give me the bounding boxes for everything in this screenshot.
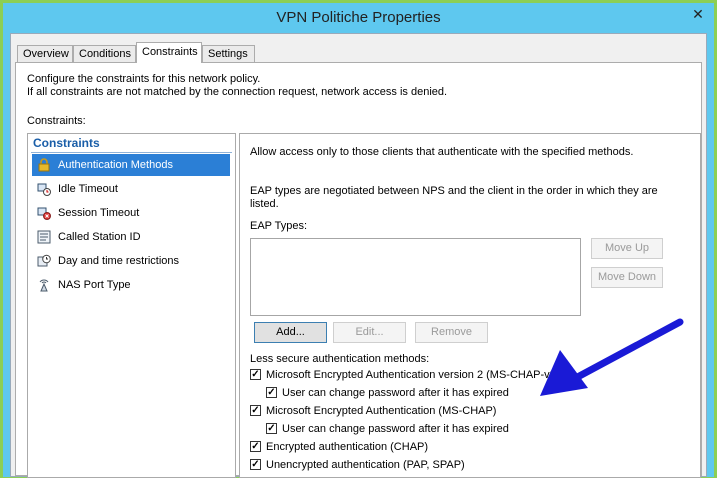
annotation-arrow-icon [540,318,684,396]
tab-constraints[interactable]: Constraints [136,42,202,63]
